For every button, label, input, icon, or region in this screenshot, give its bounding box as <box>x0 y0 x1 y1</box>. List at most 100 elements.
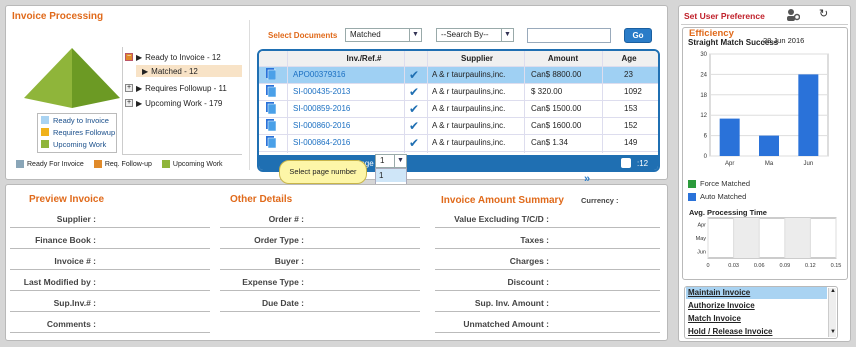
chevron-down-icon[interactable]: ▼ <box>409 29 421 41</box>
preview-field-value[interactable] <box>10 248 210 249</box>
other-field-label: Order Type : <box>254 235 304 245</box>
summary-field-label: Value Excluding T/C/D : <box>454 214 549 224</box>
user-settings-icon[interactable] <box>786 8 801 21</box>
menu-item[interactable]: Maintain Invoice <box>686 287 827 299</box>
pyramid-chart[interactable] <box>24 48 120 112</box>
table-row[interactable]: APO00379316 ✔ A & r taurpaulins,inc. Can… <box>259 67 658 84</box>
menu-item[interactable]: Match Invoice <box>686 313 827 325</box>
tree-label: Matched - 12 <box>151 66 198 76</box>
pyramid-right-face[interactable] <box>72 48 120 108</box>
expand-icon[interactable]: + <box>125 99 133 107</box>
table-row[interactable]: SI-000435-2013 ✔ A & r taurpaulins,inc. … <box>259 84 658 101</box>
summary-field-value[interactable] <box>435 311 660 312</box>
table-row[interactable]: SI-000864-2016 ✔ A & r taurpaulins,inc. … <box>259 135 658 152</box>
collapse-icon[interactable]: − <box>125 53 133 61</box>
invoice-ref-link[interactable]: APO00379316 <box>293 67 346 83</box>
summary-field-value[interactable] <box>435 269 660 270</box>
legend-label: Upcoming Work <box>172 160 223 168</box>
document-icon[interactable] <box>265 68 279 84</box>
document-icon[interactable] <box>265 119 279 135</box>
other-field-value[interactable] <box>220 290 420 291</box>
scroll-up-icon[interactable]: ▲ <box>829 288 837 296</box>
invoice-ref-link[interactable]: SI-000860-2016 <box>293 118 350 134</box>
check-icon: ✔ <box>409 102 420 116</box>
summary-field-value[interactable] <box>435 332 660 333</box>
chevron-down-icon[interactable]: ▼ <box>501 29 513 41</box>
preview-field-label: Last Modified by : <box>23 277 96 287</box>
tree-item-followup[interactable]: + ▶ Requires Followup - 11 <box>125 82 227 94</box>
other-field-value[interactable] <box>220 311 420 312</box>
column-header-supplier[interactable]: Supplier <box>432 51 522 67</box>
x-tick-label: Apr <box>725 161 734 167</box>
age-cell: 149 <box>624 138 638 147</box>
legend-label: Auto Matched <box>700 192 747 201</box>
set-user-preference-title: Set User Preference <box>684 11 765 21</box>
column-header-amount[interactable]: Amount <box>527 51 599 67</box>
column-header-ref[interactable]: Inv./Ref.# <box>319 51 409 67</box>
other-field-label: Order # : <box>268 214 304 224</box>
document-icon[interactable] <box>265 85 279 101</box>
other-field-value[interactable] <box>220 248 420 249</box>
summary-field-value[interactable] <box>435 290 660 291</box>
chevron-down-icon[interactable]: ▼ <box>394 155 406 167</box>
go-button[interactable]: Go <box>624 28 652 43</box>
tree-label: Requires Followup - 11 <box>145 83 227 93</box>
invoice-ref-link[interactable]: SI-000859-2016 <box>293 101 350 117</box>
legend-label: Upcoming Work <box>53 139 107 149</box>
pyramid-left-face[interactable] <box>24 48 72 108</box>
tree-item-matched[interactable]: ▶ Matched - 12 <box>136 65 242 77</box>
scrollbar[interactable]: ▲ ▼ <box>828 288 836 337</box>
y-tick-label: Apr <box>697 223 706 229</box>
invoice-ref-link[interactable]: SI-000864-2016 <box>293 135 350 151</box>
page-tooltip: Select page number <box>279 160 367 184</box>
amount-cell: Can$ 1500.00 <box>531 104 582 113</box>
other-details-title: Other Details <box>230 194 293 205</box>
refresh-icon[interactable]: ↻ <box>819 7 828 20</box>
preview-field-value[interactable] <box>10 227 210 228</box>
preview-field-value[interactable] <box>10 332 210 333</box>
page-select[interactable]: 1 ▼ <box>375 154 407 168</box>
document-filter-select[interactable]: Matched ▼ <box>345 28 422 42</box>
menu-item[interactable]: Authorize Invoice <box>686 300 827 312</box>
amount-cell: Can$ 1.34 <box>531 138 568 147</box>
summary-field-value[interactable] <box>435 227 660 228</box>
document-filter-value: Matched <box>350 30 381 39</box>
summary-field-value[interactable] <box>435 248 660 249</box>
legend-swatch <box>93 160 102 168</box>
table-row[interactable]: SI-000860-2016 ✔ A & r taurpaulins,inc. … <box>259 118 658 135</box>
table-row[interactable]: SI-000859-2016 ✔ A & r taurpaulins,inc. … <box>259 101 658 118</box>
legend-swatch <box>41 116 49 124</box>
grid-column-divider <box>524 51 525 153</box>
status-legend: Ready For Invoice Req. Follow-up Upcomin… <box>16 160 223 168</box>
preview-field-label: Finance Book : <box>35 235 96 245</box>
y-tick-label: May <box>696 236 707 242</box>
tree-item-upcoming[interactable]: + ▶ Upcoming Work - 179 <box>125 97 222 109</box>
search-by-select[interactable]: --Search By-- ▼ <box>436 28 514 42</box>
preview-field-value[interactable] <box>10 290 210 291</box>
document-icon[interactable] <box>265 136 279 152</box>
preview-field-value[interactable] <box>10 269 210 270</box>
legend-label: Ready to Invoice <box>53 115 109 125</box>
legend-label: Ready For Invoice <box>27 160 84 168</box>
expand-icon[interactable]: + <box>125 84 133 92</box>
chart-date: 28 Jun 2016 <box>763 36 805 45</box>
invoice-ref-link[interactable]: SI-000435-2013 <box>293 84 350 100</box>
other-field-label: Expense Type : <box>242 277 304 287</box>
status-legend-item: Ready For Invoice <box>16 160 84 168</box>
x-tick-label: 0.12 <box>805 263 816 269</box>
list-icon[interactable] <box>621 158 631 168</box>
supplier-cell: A & r taurpaulins,inc. <box>432 87 506 96</box>
scroll-down-icon[interactable]: ▼ <box>829 329 837 337</box>
page-option[interactable]: 1 <box>376 169 406 182</box>
other-field-value[interactable] <box>220 227 420 228</box>
other-field-value[interactable] <box>220 269 420 270</box>
search-input[interactable] <box>527 28 611 43</box>
supplier-cell: A & r taurpaulins,inc. <box>432 70 506 79</box>
column-header-age[interactable]: Age <box>604 51 654 67</box>
document-icon[interactable] <box>265 102 279 118</box>
y-tick-label: 12 <box>700 113 707 119</box>
menu-item[interactable]: Hold / Release Invoice <box>686 326 827 338</box>
age-cell: 153 <box>624 104 638 113</box>
tree-item-ready[interactable]: − ▶ Ready to Invoice - 12 <box>125 51 221 63</box>
preview-field-value[interactable] <box>10 311 210 312</box>
